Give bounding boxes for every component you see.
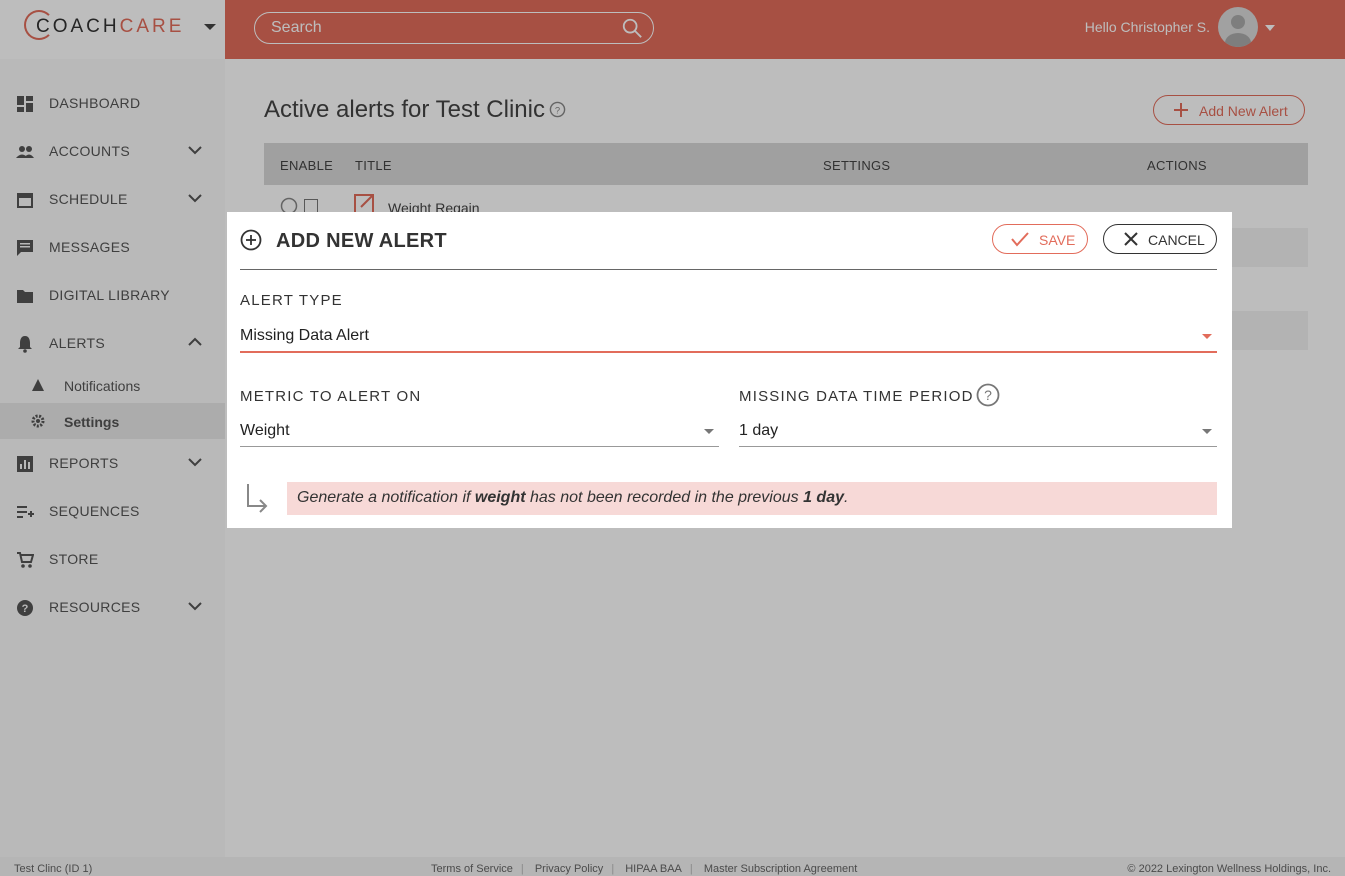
subdirectory-arrow-icon xyxy=(247,484,268,513)
divider xyxy=(240,269,1217,270)
dropdown-caret-icon xyxy=(704,429,714,434)
select-underline xyxy=(240,446,719,447)
alert-type-select[interactable]: Missing Data Alert xyxy=(240,322,1217,354)
dropdown-caret-icon xyxy=(1202,429,1212,434)
metric-label: METRIC TO ALERT ON xyxy=(240,388,422,405)
add-circle-icon xyxy=(240,229,262,251)
summary-text: Generate a notification if weight has no… xyxy=(297,489,849,506)
dialog-title: ADD NEW ALERT xyxy=(276,230,447,252)
svg-text:?: ? xyxy=(984,387,992,403)
dropdown-caret-icon xyxy=(1202,334,1212,339)
select-underline xyxy=(739,446,1217,447)
add-alert-dialog: ADD NEW ALERT SAVE CANCEL ALERT TYPE Mis… xyxy=(227,212,1232,528)
period-value: 1 day xyxy=(739,422,779,439)
alert-type-value: Missing Data Alert xyxy=(240,327,369,344)
check-icon xyxy=(1011,232,1029,247)
alert-type-label: ALERT TYPE xyxy=(240,292,343,309)
close-icon xyxy=(1124,232,1138,246)
metric-value: Weight xyxy=(240,422,290,439)
select-underline xyxy=(240,351,1217,353)
metric-select[interactable]: Weight xyxy=(240,418,719,448)
period-label: MISSING DATA TIME PERIOD xyxy=(739,388,974,405)
save-button[interactable]: SAVE xyxy=(992,224,1088,254)
period-select[interactable]: 1 day xyxy=(739,418,1217,448)
alert-summary: Generate a notification if weight has no… xyxy=(287,482,1217,515)
help-icon[interactable]: ? xyxy=(976,383,1000,407)
cancel-button[interactable]: CANCEL xyxy=(1103,224,1217,254)
